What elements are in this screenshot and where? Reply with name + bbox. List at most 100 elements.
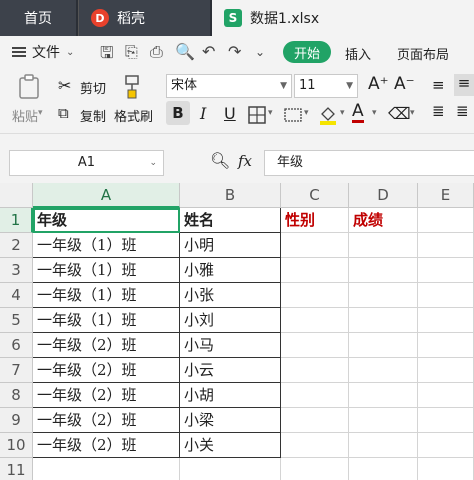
fx-icon[interactable]: fx (238, 152, 252, 170)
chevron-down-icon: ⌄ (149, 158, 157, 168)
chevron-down-icon[interactable]: ▾ (304, 108, 309, 118)
align-right-icon[interactable]: ≣ (456, 102, 469, 120)
tab-start[interactable]: 开始 (283, 41, 331, 63)
tab-file[interactable]: S 数据1.xlsx (212, 0, 474, 36)
chevron-down-icon[interactable]: ▾ (340, 108, 345, 118)
table-cell[interactable]: 一年级（2）班 (33, 358, 180, 383)
file-menu[interactable]: 文件 ⌄ (12, 42, 74, 62)
table-cell[interactable]: 小雅 (180, 258, 281, 283)
cell-d1[interactable]: 成绩 (349, 208, 418, 233)
cell-c1[interactable]: 性别 (281, 208, 349, 233)
cut-label[interactable]: 剪切 (80, 78, 106, 97)
table-cell[interactable]: 一年级（1）班 (33, 233, 180, 258)
table-cell[interactable]: 小张 (180, 283, 281, 308)
tab-docer-label: 稻壳 (117, 11, 145, 27)
font-name-select[interactable]: 宋体 ▼ (166, 74, 292, 98)
align-justify-icon[interactable]: ≣ (432, 102, 445, 120)
table-cell[interactable]: 一年级（1）班 (33, 283, 180, 308)
chevron-down-icon[interactable]: ▾ (268, 108, 273, 118)
table-cell[interactable]: 一年级（2）班 (33, 433, 180, 458)
name-box[interactable]: A1 ⌄ (9, 150, 164, 176)
borders-icon[interactable] (248, 106, 266, 124)
chevron-down-icon[interactable]: ▾ (410, 108, 415, 118)
column-header-e[interactable]: E (418, 183, 474, 208)
table-cell[interactable]: 小梁 (180, 408, 281, 433)
row-header[interactable]: 4 (0, 283, 33, 308)
align-center-icon[interactable]: ≡ (454, 74, 474, 96)
underline-button[interactable]: U (224, 104, 236, 123)
bold-button[interactable]: B (166, 101, 190, 125)
italic-button[interactable]: I (200, 104, 206, 123)
shrink-font-icon[interactable]: A⁻ (394, 74, 415, 94)
row-header[interactable]: 3 (0, 258, 33, 283)
print-preview-icon[interactable]: 🔍 (175, 42, 195, 61)
font-name-value: 宋体 (171, 78, 198, 93)
paste-label[interactable]: 粘贴 (12, 106, 38, 125)
row-header[interactable]: 8 (0, 383, 33, 408)
tab-docer[interactable]: D 稻壳 (78, 0, 210, 36)
table-cell[interactable]: 小明 (180, 233, 281, 258)
formula-input[interactable]: 年级 (264, 150, 474, 176)
table-cell[interactable]: 一年级（2）班 (33, 408, 180, 433)
format-painter-label[interactable]: 格式刷 (114, 106, 153, 125)
tab-home-label: 首页 (24, 11, 52, 27)
row-header[interactable]: 6 (0, 333, 33, 358)
redo-icon[interactable]: ↷ (228, 42, 241, 61)
row-header[interactable]: 10 (0, 433, 33, 458)
table-cell[interactable]: 小刘 (180, 308, 281, 333)
copy-icon[interactable]: ⧉ (58, 104, 69, 122)
row-header[interactable]: 1 (0, 208, 33, 233)
undo-icon[interactable]: ↶ (202, 42, 215, 61)
row-header[interactable]: 2 (0, 233, 33, 258)
ribbon: 粘贴 ▾ ✂ 剪切 ⧉ 复制 格式刷 宋体 ▼ 11 ▼ A⁺ A⁻ ≡ ≡ B… (0, 68, 474, 134)
print-icon[interactable]: ⎙ (150, 42, 163, 62)
row-header[interactable]: 5 (0, 308, 33, 333)
hamburger-icon (12, 45, 26, 59)
table-cell[interactable]: 一年级（1）班 (33, 258, 180, 283)
merge-cells-icon[interactable] (284, 106, 302, 124)
column-header-c[interactable]: C (281, 183, 349, 208)
table-cell[interactable]: 小云 (180, 358, 281, 383)
empty-gridlines (281, 257, 474, 458)
eraser-icon[interactable]: ⌫ (388, 104, 411, 123)
chevron-down-icon[interactable]: ▾ (372, 108, 377, 118)
tab-page-layout[interactable]: 页面布局 (397, 44, 449, 63)
table-cell[interactable]: 小马 (180, 333, 281, 358)
search-icon[interactable]: 🔍︎ (210, 151, 230, 170)
grow-font-icon[interactable]: A⁺ (368, 74, 389, 94)
column-header-b[interactable]: B (180, 183, 281, 208)
table-cell[interactable]: 小关 (180, 433, 281, 458)
table-cell[interactable]: 小胡 (180, 383, 281, 408)
cell-a1[interactable]: 年级 (33, 208, 180, 233)
table-cell[interactable]: 一年级（2）班 (33, 383, 180, 408)
save-icon[interactable]: 🖫 (100, 42, 114, 69)
chevron-down-icon: ▼ (346, 81, 353, 91)
font-color-button[interactable]: A (352, 102, 364, 123)
export-icon[interactable]: ⎘ (125, 42, 138, 62)
chevron-down-icon: ⌄ (66, 46, 75, 58)
chevron-down-icon: ▼ (280, 81, 287, 91)
fill-color-icon[interactable] (318, 104, 338, 126)
cell-e1[interactable] (418, 208, 474, 233)
row-header[interactable]: 7 (0, 358, 33, 383)
row-header[interactable]: 9 (0, 408, 33, 433)
cell-b11[interactable] (180, 458, 281, 480)
column-header-a[interactable]: A (33, 183, 180, 208)
paste-dropdown-icon[interactable]: ▾ (38, 108, 43, 118)
tab-home[interactable]: 首页 (0, 0, 76, 36)
copy-label[interactable]: 复制 (80, 106, 106, 125)
format-painter-icon[interactable] (120, 74, 144, 100)
more-chevron-icon[interactable]: ⌄ (255, 45, 265, 59)
select-all-corner[interactable] (0, 183, 33, 208)
font-size-select[interactable]: 11 ▼ (294, 74, 358, 98)
paste-icon[interactable] (18, 74, 42, 100)
cell-b1[interactable]: 姓名 (180, 208, 281, 233)
column-header-d[interactable]: D (349, 183, 418, 208)
scissors-icon[interactable]: ✂ (58, 76, 71, 95)
tab-insert[interactable]: 插入 (345, 44, 371, 63)
table-cell[interactable]: 一年级（2）班 (33, 333, 180, 358)
row-header[interactable]: 11 (0, 458, 33, 480)
cell-a11[interactable] (33, 458, 180, 480)
table-cell[interactable]: 一年级（1）班 (33, 308, 180, 333)
align-left-icon[interactable]: ≡ (432, 76, 445, 94)
